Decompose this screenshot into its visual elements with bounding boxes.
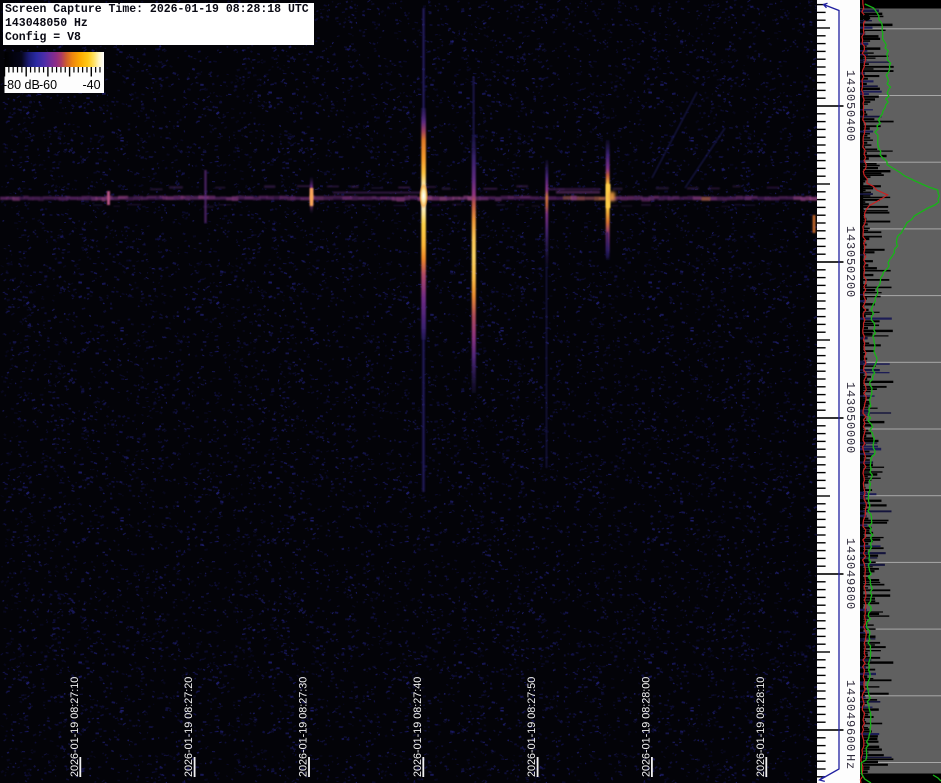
- svg-text:2026-01-19 08:28:10: 2026-01-19 08:28:10: [755, 677, 767, 777]
- svg-text:2026-01-19 08:27:40: 2026-01-19 08:27:40: [412, 677, 424, 777]
- svg-text:143050400: 143050400: [843, 70, 857, 142]
- svg-text:143050000: 143050000: [843, 382, 857, 454]
- svg-text:143049600: 143049600: [843, 680, 857, 752]
- svg-text:Hz: Hz: [843, 754, 857, 770]
- svg-text:2026-01-19 08:27:20: 2026-01-19 08:27:20: [183, 677, 195, 777]
- svg-text:2026-01-19 08:27:10: 2026-01-19 08:27:10: [69, 677, 81, 777]
- svg-text:2026-01-19 08:28:00: 2026-01-19 08:28:00: [640, 677, 652, 777]
- svg-text:2026-01-19 08:27:30: 2026-01-19 08:27:30: [298, 677, 310, 777]
- svg-text:-60: -60: [39, 78, 57, 92]
- svg-text:2026-01-19 08:27:50: 2026-01-19 08:27:50: [526, 677, 538, 777]
- svg-text:-80 dB: -80 dB: [3, 78, 40, 92]
- svg-text:-40: -40: [82, 78, 100, 92]
- svg-text:143049800: 143049800: [843, 538, 857, 610]
- svg-text:143050200: 143050200: [843, 226, 857, 298]
